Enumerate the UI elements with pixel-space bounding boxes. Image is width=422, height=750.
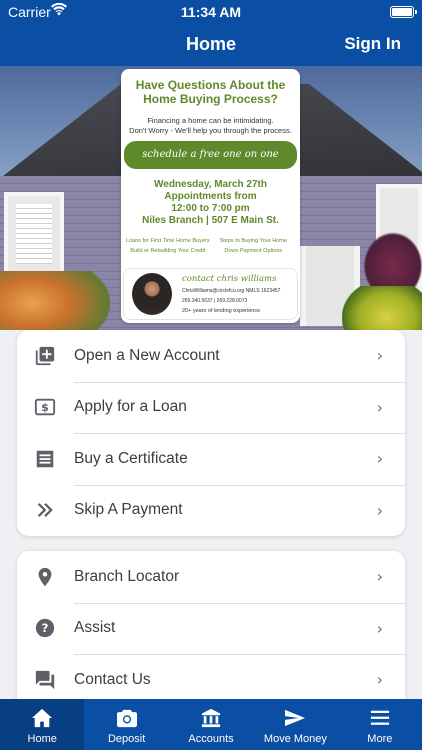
menu-item-label: Apply for a Loan xyxy=(74,398,187,416)
menu-item-assist[interactable]: ? Assist › xyxy=(17,602,405,655)
menu-item-label: Buy a Certificate xyxy=(74,449,188,467)
chevron-right-icon: › xyxy=(376,567,383,587)
tab-home[interactable]: Home xyxy=(0,699,85,750)
flyer-event-details: Wednesday, March 27th Appointments from … xyxy=(127,179,294,227)
menu-item-branch-locator[interactable]: Branch Locator › xyxy=(17,551,405,603)
flyer-subtext-line: Financing a home can be intimidating. xyxy=(147,116,274,125)
event-date: Wednesday, March 27th xyxy=(154,179,267,190)
menu-icon xyxy=(369,707,391,729)
flyer-subtext: Financing a home can be intimidating. Do… xyxy=(127,116,294,136)
flyer-topics: Loans for First Time Home Buyers Steps t… xyxy=(125,236,296,256)
bottom-tab-bar: Home Deposit Accounts Move Money More xyxy=(0,699,422,750)
contact-phone: 269.340.5637 | 269.228.0073 xyxy=(182,298,248,304)
flyer-headline: Have Questions About the Home Buying Pro… xyxy=(135,78,286,106)
menu-item-label: Branch Locator xyxy=(74,567,180,585)
chat-icon xyxy=(34,669,56,691)
chevron-right-icon: › xyxy=(376,397,383,417)
sign-in-button[interactable]: Sign In xyxy=(344,34,401,54)
chevron-right-icon: › xyxy=(376,670,383,690)
menu-item-contact-us[interactable]: Contact Us › xyxy=(17,654,405,706)
add-box-icon xyxy=(34,345,56,367)
tab-label: Move Money xyxy=(263,733,327,745)
help-icon: ? xyxy=(34,617,56,639)
loan-officer-contact: contact chris williams ChrisWilliams@cir… xyxy=(123,268,298,320)
tab-label: Accounts xyxy=(188,733,234,745)
schedule-appointment-button[interactable]: schedule a free one on one appointment xyxy=(124,141,297,188)
support-card: Branch Locator › ? Assist › Contact Us › xyxy=(17,551,405,711)
tab-label: Home xyxy=(27,733,57,745)
menu-item-open-account[interactable]: Open a New Account › xyxy=(17,330,405,382)
double-chevron-icon xyxy=(34,499,56,521)
house-window-image xyxy=(4,192,64,276)
event-branch: Niles Branch | 507 E Main St. xyxy=(142,215,279,226)
camera-icon xyxy=(116,707,138,729)
menu-item-label: Open a New Account xyxy=(74,346,220,364)
svg-text:?: ? xyxy=(42,621,49,635)
contact-email: ChrisWilliams@circlefcu.org NMLS 1623457 xyxy=(182,288,281,294)
flyer-subtext-line: Don't Worry - We'll help you through the… xyxy=(129,126,292,135)
clock: 11:34 AM xyxy=(180,4,242,20)
bank-icon xyxy=(200,707,222,729)
chevron-right-icon: › xyxy=(376,346,383,366)
home-icon xyxy=(31,707,53,729)
battery-icon xyxy=(390,6,417,18)
svg-text:$: $ xyxy=(41,401,49,414)
tab-deposit[interactable]: Deposit xyxy=(84,699,168,750)
dollar-icon: $ xyxy=(34,396,56,418)
chevron-right-icon: › xyxy=(376,449,383,469)
flyer-topic: Build or Rebuilding Your Credit xyxy=(130,248,206,254)
flyer-topic: Steps to Buying Your Home xyxy=(219,238,287,244)
promo-flyer[interactable]: Have Questions About the Home Buying Pro… xyxy=(121,69,300,323)
contact-title: contact chris williams xyxy=(182,274,277,284)
avatar xyxy=(132,273,172,315)
menu-item-buy-certificate[interactable]: Buy a Certificate › xyxy=(17,433,405,485)
status-bar: Carrier 11:34 AM xyxy=(0,0,422,24)
event-time: 12:00 to 7:00 pm xyxy=(171,203,250,214)
tab-accounts[interactable]: Accounts xyxy=(169,699,253,750)
tab-move-money[interactable]: Move Money xyxy=(253,699,337,750)
bush-image xyxy=(0,271,110,330)
flyer-topic: Down Payment Options xyxy=(224,248,283,254)
chevron-right-icon: › xyxy=(376,500,383,520)
nav-bar: Home Sign In xyxy=(0,24,422,66)
menu-item-apply-loan[interactable]: $ Apply for a Loan › xyxy=(17,381,405,434)
location-pin-icon xyxy=(34,566,56,588)
tab-label: Deposit xyxy=(107,733,146,745)
actions-card: Open a New Account › $ Apply for a Loan … xyxy=(17,330,405,536)
contact-experience: 20+ years of lending experience xyxy=(182,308,261,314)
send-icon xyxy=(284,707,306,729)
chevron-right-icon: › xyxy=(376,618,383,638)
tab-more[interactable]: More xyxy=(338,699,422,750)
tab-label: More xyxy=(367,733,393,745)
menu-item-skip-payment[interactable]: Skip A Payment › xyxy=(17,484,405,537)
flyer-topic: Loans for First Time Home Buyers xyxy=(126,238,210,244)
menu-item-label: Skip A Payment xyxy=(74,501,183,519)
bush-image xyxy=(342,286,422,330)
event-appointments: Appointments from xyxy=(164,191,257,202)
menu-item-label: Assist xyxy=(74,619,116,637)
certificate-icon xyxy=(34,448,56,470)
menu-item-label: Contact Us xyxy=(74,670,151,688)
